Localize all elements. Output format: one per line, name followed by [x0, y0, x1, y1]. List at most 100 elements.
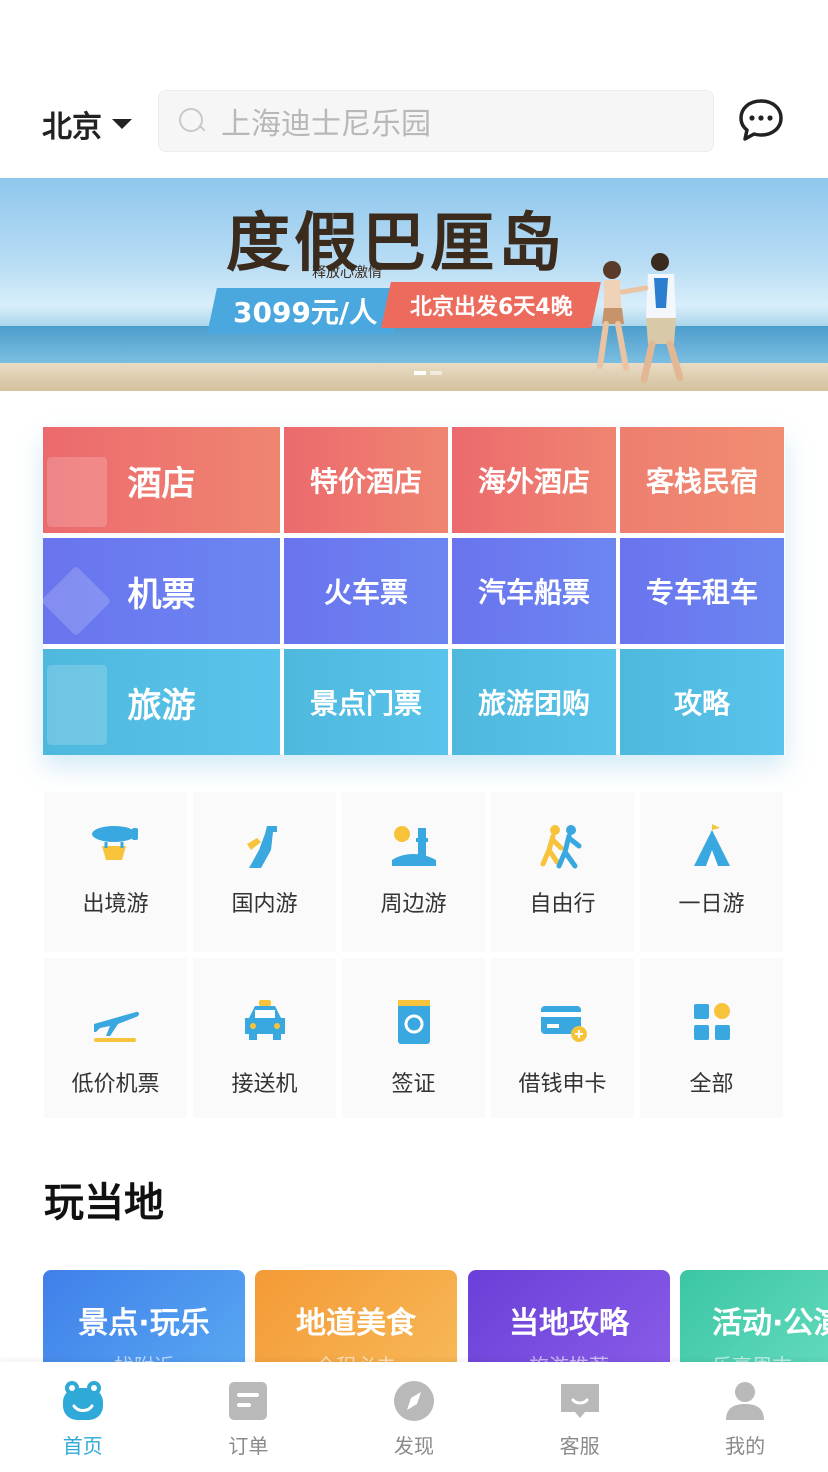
user-icon: [726, 1382, 765, 1420]
tab-profile[interactable]: 我的: [662, 1362, 828, 1472]
tab-discover[interactable]: 发现: [331, 1362, 497, 1472]
service-icon-grid: 出境游 国内游 周边游 自由行 一日游 低价机票 接送机 签证 借钱申卡 全部: [44, 792, 784, 1124]
service-row: 出境游 国内游 周边游 自由行 一日游: [44, 792, 784, 952]
city-label: 北京: [42, 110, 102, 145]
car-rental-button[interactable]: 专车租车: [620, 538, 784, 644]
order-list-icon: [229, 1382, 268, 1420]
attraction-ticket-button[interactable]: 景点门票: [284, 649, 448, 755]
taxi-icon: [244, 1000, 285, 1040]
hotel-button[interactable]: 酒店: [43, 427, 280, 533]
tab-label: 发现: [393, 1434, 434, 1458]
city-selector[interactable]: 北京: [42, 102, 132, 146]
airplane-takeoff-icon: [93, 1011, 139, 1042]
category-grid: 酒店 特价酒店 海外酒店 客栈民宿 机票 火车票 汽车船票 专车租车 旅游 景点…: [43, 427, 785, 755]
flight-button[interactable]: 机票: [43, 538, 280, 644]
cat-label: 客栈民宿: [645, 465, 758, 498]
luggage-icon: [47, 665, 107, 745]
cat-label: 汽车船票: [477, 576, 590, 609]
flight-row: 机票 火车票 汽车船票 专车租车: [43, 538, 785, 644]
local-play-cards: 景点·玩乐 找附近 地道美食 全程必去 当地攻略 旅游推荐 活动·公演 乐享周末: [43, 1270, 828, 1362]
message-icon[interactable]: [738, 98, 784, 142]
tab-label: 首页: [62, 1434, 103, 1458]
service-label: 接送机: [231, 1072, 298, 1097]
service-label: 国内游: [231, 892, 298, 917]
search-icon: [177, 106, 207, 136]
promo-banner[interactable]: 度假巴厘岛 释放心激情 3099元/人 北京出发6天4晚: [0, 178, 828, 391]
service-label: 签证: [391, 1072, 436, 1097]
guide-button[interactable]: 攻略: [620, 649, 784, 755]
great-wall-icon: [246, 826, 277, 868]
bottom-tab-bar: 首页 订单 发现 客服 我的: [0, 1362, 828, 1472]
page-dot-active[interactable]: [414, 371, 426, 375]
service-label: 自由行: [529, 892, 596, 917]
travel-row: 旅游 景点门票 旅游团购 攻略: [43, 649, 785, 755]
page-dot[interactable]: [430, 371, 442, 375]
hotel-label: 酒店: [127, 463, 196, 504]
local-guide-card[interactable]: 当地攻略 旅游推荐: [468, 1270, 670, 1362]
tab-label: 订单: [228, 1434, 269, 1458]
running-couple-illustration: [597, 253, 684, 384]
hotel-row: 酒店 特价酒店 海外酒店 客栈民宿: [43, 427, 785, 533]
passport-icon: [397, 1000, 430, 1044]
overseas-hotel-button[interactable]: 海外酒店: [452, 427, 616, 533]
cheap-flight-item[interactable]: 低价机票: [44, 958, 187, 1118]
card-title: 当地攻略: [509, 1306, 629, 1341]
tent-icon: [693, 824, 730, 866]
home-mascot-icon: [62, 1381, 103, 1420]
service-label: 全部: [689, 1072, 734, 1097]
card-subtitle: 旅游推荐: [468, 1350, 670, 1362]
tab-label: 我的: [725, 1434, 766, 1458]
card-subtitle: 全程必去: [255, 1350, 457, 1362]
outbound-tour-item[interactable]: 出境游: [44, 792, 187, 952]
inn-homestay-button[interactable]: 客栈民宿: [620, 427, 784, 533]
compass-icon: [393, 1381, 434, 1421]
service-label: 周边游: [380, 892, 447, 917]
sand-graphic: [0, 363, 828, 391]
attraction-card[interactable]: 景点·玩乐 找附近: [43, 1270, 245, 1362]
credit-card-icon: [540, 1006, 587, 1042]
banner-trip-tag: 北京出发6天4晚: [381, 282, 601, 328]
train-ticket-button[interactable]: 火车票: [284, 538, 448, 644]
search-input[interactable]: 上海迪士尼乐园: [158, 90, 714, 152]
food-card[interactable]: 地道美食 全程必去: [255, 1270, 457, 1362]
cat-label: 特价酒店: [309, 465, 422, 498]
caret-down-icon: [112, 119, 132, 129]
group-buy-button[interactable]: 旅游团购: [452, 649, 616, 755]
service-label: 低价机票: [71, 1072, 160, 1097]
tab-service[interactable]: 客服: [497, 1362, 663, 1472]
banner-price-tag: 3099元/人: [207, 288, 403, 334]
loan-card-item[interactable]: 借钱申卡: [491, 958, 634, 1118]
tab-orders[interactable]: 订单: [166, 1362, 332, 1472]
flight-label: 机票: [127, 574, 196, 615]
building-icon: [47, 457, 107, 527]
airport-transfer-item[interactable]: 接送机: [193, 958, 336, 1118]
card-subtitle: 乐享周末: [712, 1350, 828, 1362]
plane-icon: [43, 565, 112, 637]
travel-button[interactable]: 旅游: [43, 649, 280, 755]
section-title: 玩当地: [44, 1180, 164, 1226]
event-card[interactable]: 活动·公演 乐享周末: [680, 1270, 828, 1362]
tab-home[interactable]: 首页: [0, 1362, 166, 1472]
banner-subtitle: 释放心激情: [312, 265, 382, 281]
card-title: 地道美食: [296, 1306, 416, 1341]
cat-label: 攻略: [673, 687, 730, 720]
card-title: 活动·公演: [712, 1306, 828, 1341]
banner-pagination: [414, 371, 442, 375]
special-hotel-button[interactable]: 特价酒店: [284, 427, 448, 533]
card-subtitle: 找附近: [43, 1350, 245, 1362]
domestic-tour-item[interactable]: 国内游: [193, 792, 336, 952]
all-services-item[interactable]: 全部: [640, 958, 783, 1118]
cat-label: 专车租车: [645, 576, 758, 609]
cat-label: 海外酒店: [477, 465, 590, 498]
beach-sun-icon: [391, 826, 436, 866]
day-tour-item[interactable]: 一日游: [640, 792, 783, 952]
top-header: 北京 上海迪士尼乐园: [0, 88, 828, 154]
bus-ship-ticket-button[interactable]: 汽车船票: [452, 538, 616, 644]
nearby-tour-item[interactable]: 周边游: [342, 792, 485, 952]
cat-label: 旅游团购: [477, 687, 590, 720]
free-travel-item[interactable]: 自由行: [491, 792, 634, 952]
walking-people-icon: [540, 825, 581, 869]
tab-label: 客服: [559, 1434, 600, 1458]
grid-apps-icon: [693, 1003, 730, 1040]
visa-item[interactable]: 签证: [342, 958, 485, 1118]
